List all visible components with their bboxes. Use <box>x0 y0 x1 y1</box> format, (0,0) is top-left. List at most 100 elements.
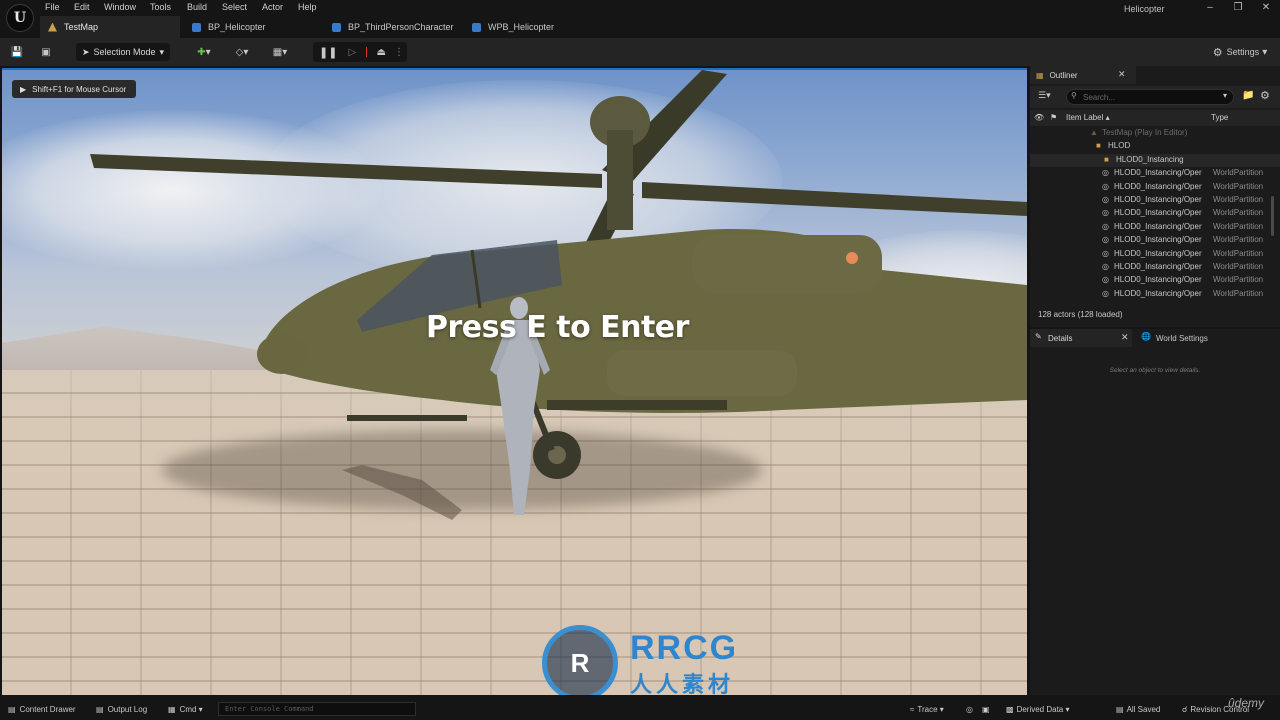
selection-mode-dropdown[interactable]: ➤ Selection Mode ▾ <box>76 43 170 61</box>
console-command-input[interactable]: Enter Console Command <box>218 702 416 716</box>
close-icon[interactable]: ✕ <box>1121 332 1129 343</box>
outliner-search-input[interactable]: ⚲ Search... ▾ <box>1066 89 1234 105</box>
column-type[interactable]: Type <box>1211 113 1228 122</box>
content-drawer-button[interactable]: ▤ Content Drawer <box>8 705 76 714</box>
minimize-icon[interactable]: – <box>1200 1 1220 15</box>
weapon-rail <box>547 400 727 410</box>
search-icon: ⚲ <box>1071 91 1077 100</box>
menu-edit[interactable]: Edit <box>74 2 90 12</box>
udemy-logo: ûdemy <box>1228 696 1265 710</box>
outliner-row-label: HLOD0_Instancing/Oper <box>1114 181 1202 191</box>
helicopter-scene <box>90 70 1027 520</box>
menu-file[interactable]: File <box>45 2 60 12</box>
maximize-icon[interactable]: ❐ <box>1228 1 1248 15</box>
add-actor-icon[interactable]: ✚ ▾ <box>190 43 218 61</box>
outliner-row[interactable]: ◎ HLOD0_Instancing/Oper WorldPartition <box>1030 167 1280 180</box>
outliner-row[interactable]: ◎ HLOD0_Instancing/Oper WorldPartition <box>1030 248 1280 261</box>
outliner-row[interactable]: ■ HLOD <box>1030 140 1280 153</box>
outliner-row-type: WorldPartition <box>1213 288 1264 298</box>
level-icon <box>48 22 57 32</box>
actor-icon: ◎ <box>1102 208 1109 218</box>
outliner-row[interactable]: ◎ HLOD0_Instancing/Oper WorldPartition <box>1030 181 1280 194</box>
outliner-row[interactable]: ■ HLOD0_Instancing <box>1030 153 1280 167</box>
outliner-row-type: WorldPartition <box>1213 235 1264 245</box>
selection-mode-label: Selection Mode <box>93 47 156 57</box>
cmd-dropdown[interactable]: ▦ Cmd ▾ <box>168 705 203 714</box>
actor-icon: ◎ <box>1102 195 1109 204</box>
folder-icon: ■ <box>1104 154 1109 164</box>
outliner-tab-label: Outliner <box>1049 70 1078 80</box>
tab-testmap[interactable]: TestMap <box>40 16 180 38</box>
revision-icon: ☌ <box>1182 705 1188 714</box>
tab-bp-helicopter[interactable]: BP_Helicopter <box>184 16 324 38</box>
nose-sensor <box>257 334 307 374</box>
outliner-row[interactable]: ◎ HLOD0_Instancing/Oper WorldPartition <box>1030 288 1280 301</box>
tab-bp-thirdpersoncharacter[interactable]: BP_ThirdPersonCharacter <box>324 16 464 38</box>
database-icon: ▩ <box>1006 705 1014 714</box>
rotor-blade <box>642 182 1027 216</box>
outliner-row-label: HLOD0_Instancing/Oper <box>1114 195 1202 204</box>
record-icon[interactable]: ◎ <box>966 705 973 714</box>
trace-dropdown[interactable]: ≈ Trace ▾ <box>910 705 944 714</box>
rotor-mast <box>607 130 633 230</box>
rotor-blade <box>90 154 602 188</box>
save-icon[interactable]: 💾 <box>8 43 26 61</box>
menu-tools[interactable]: Tools <box>150 2 171 12</box>
more-icon[interactable]: ⋮ <box>394 47 404 58</box>
eject-icon[interactable]: ⏏ <box>377 47 386 58</box>
engine-pod <box>692 235 882 293</box>
filter-icon[interactable]: ☰▾ <box>1038 90 1051 101</box>
tab-wpb-helicopter[interactable]: WPB_Helicopter <box>464 16 604 38</box>
menu-actor[interactable]: Actor <box>262 2 283 12</box>
outliner-icon: ▦ <box>1036 70 1044 80</box>
outliner-row[interactable]: ◎ HLOD0_Instancing/Oper WorldPartition <box>1030 261 1280 274</box>
tab-label: TestMap <box>64 22 99 32</box>
play-arrow-icon: ▶ <box>20 84 27 94</box>
actor-icon: ◎ <box>1102 235 1109 245</box>
details-tab[interactable]: ✎ Details <box>1030 329 1132 347</box>
outliner-row[interactable]: ◎ HLOD0_Instancing/Oper WorldPartition <box>1030 221 1280 234</box>
actor-icon: ◎ <box>1102 221 1109 231</box>
unreal-logo-icon[interactable]: U <box>6 4 34 32</box>
content-browser-icon[interactable]: ▣ <box>36 43 56 61</box>
watermark-title: RRCG <box>630 629 739 667</box>
outliner-row[interactable]: ◎ HLOD0_Instancing/Oper WorldPartition <box>1030 207 1280 220</box>
output-log-button[interactable]: ▤ Output Log <box>96 705 147 714</box>
pause-icon[interactable]: ❚❚ <box>319 46 337 59</box>
outliner-row[interactable]: ◎ HLOD0_Instancing/Oper WorldPartition <box>1030 234 1280 247</box>
step-icon[interactable]: ▷ <box>348 47 356 58</box>
menu-build[interactable]: Build <box>187 2 207 12</box>
level-viewport[interactable]: ▶ Shift+F1 for Mouse Cursor Press E to E… <box>2 68 1027 695</box>
blueprint-menu-icon[interactable]: ◇▾ <box>228 43 256 61</box>
outliner-row[interactable]: ◎ HLOD0_Instancing/Oper WorldPartition <box>1030 194 1280 207</box>
pin-icon[interactable]: ⚑ <box>1050 113 1057 122</box>
main-toolbar: 💾 ▣ ➤ Selection Mode ▾ ✚ ▾ ◇▾ ▦▾ ❚❚ ▷ ⏏ ⋮… <box>0 38 1280 66</box>
close-icon[interactable]: ✕ <box>1118 69 1126 80</box>
menu-select[interactable]: Select <box>222 2 247 12</box>
menu-window[interactable]: Window <box>104 2 136 12</box>
settings-button[interactable]: ⚙ Settings ▾ <box>1208 43 1272 61</box>
world-settings-label: World Settings <box>1156 333 1208 343</box>
outliner-row[interactable]: ▲ TestMap (Play In Editor) <box>1030 127 1280 140</box>
menu-help[interactable]: Help <box>298 2 317 12</box>
widget-blueprint-icon <box>472 22 481 32</box>
chevron-down-icon: ▾ <box>1222 91 1227 100</box>
outliner-scrollbar[interactable] <box>1271 196 1274 236</box>
outliner-row[interactable]: ◎ HLOD0_Instancing/Oper WorldPartition <box>1030 274 1280 287</box>
interaction-prompt: Press E to Enter <box>426 310 689 345</box>
world-settings-tab[interactable]: 🌐 World Settings <box>1136 329 1246 347</box>
cinematics-icon[interactable]: ▦▾ <box>266 43 294 61</box>
outliner-row-type: WorldPartition <box>1213 262 1264 271</box>
add-folder-icon[interactable]: 📁 <box>1242 90 1254 101</box>
close-window-icon[interactable]: ✕ <box>1256 1 1276 15</box>
all-saved-status[interactable]: ▤ All Saved <box>1116 705 1160 714</box>
outliner-row-label: HLOD0_Instancing <box>1116 154 1184 164</box>
gear-icon[interactable]: ⚙ <box>1260 89 1270 102</box>
column-item-label[interactable]: Item Label ▴ <box>1066 113 1110 122</box>
visibility-eye-icon[interactable]: 👁 <box>1034 113 1044 122</box>
outliner-row-type: WorldPartition <box>1213 208 1264 218</box>
camera-icon[interactable]: ▣ <box>982 705 990 714</box>
details-empty-message: Select an object to view details. <box>1109 367 1201 374</box>
derived-data-dropdown[interactable]: ▩ Derived Data ▾ <box>1006 705 1070 714</box>
chin-gun <box>347 415 467 421</box>
